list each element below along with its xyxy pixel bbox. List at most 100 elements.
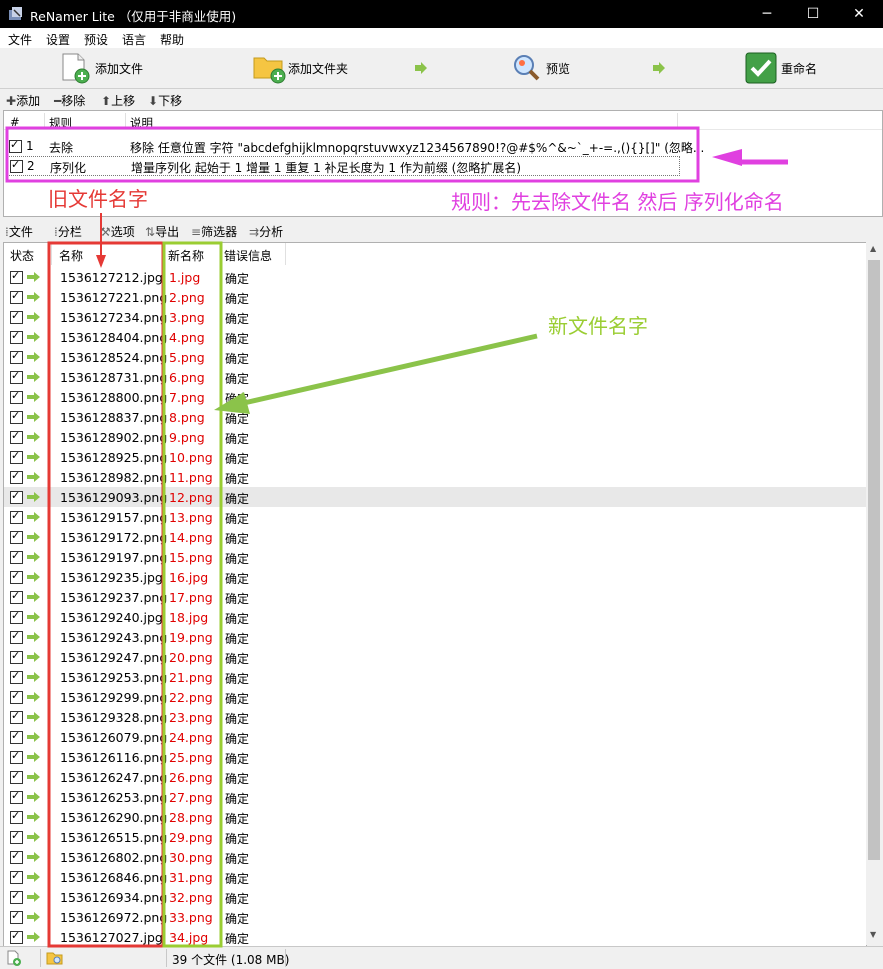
rule-row[interactable]: 1 去除 移除 任意位置 字符 "abcdefghijklmnopqrstuvw…	[4, 136, 882, 156]
file-checkbox[interactable]	[10, 769, 23, 784]
scroll-thumb[interactable]	[868, 260, 880, 860]
file-checkbox[interactable]	[10, 329, 23, 344]
file-checkbox[interactable]	[10, 669, 23, 684]
menu-language[interactable]: 语言	[122, 31, 146, 48]
file-checkbox[interactable]	[10, 289, 23, 304]
table-row[interactable]: 1536127221.png2.png 确定	[4, 287, 866, 307]
table-row[interactable]: 1536129240.jpg 18.jpg 确定	[4, 607, 866, 627]
table-row[interactable]: 1536129253.png21.png 确定	[4, 667, 866, 687]
file-checkbox[interactable]	[10, 489, 23, 504]
table-row[interactable]: 1536128404.png4.png 确定	[4, 327, 866, 347]
rule-row[interactable]: 2 序列化 增量序列化 起始于 1 增量 1 重复 1 补足长度为 1 作为前缀…	[6, 156, 680, 176]
analyze-menu-button[interactable]: ⇉分析	[249, 223, 283, 240]
file-checkbox[interactable]	[10, 449, 23, 464]
col-state[interactable]: 状态	[10, 247, 34, 264]
table-row[interactable]: 1536129093.png12.png 确定	[4, 487, 866, 507]
remove-rule-button[interactable]: ━移除	[54, 92, 85, 109]
col-new-name[interactable]: 新名称	[168, 247, 204, 264]
file-checkbox[interactable]	[10, 429, 23, 444]
scroll-up-icon[interactable]: ▲	[870, 244, 876, 253]
file-checkbox[interactable]	[10, 609, 23, 624]
files-menu-button[interactable]: ⁞文件	[5, 223, 33, 240]
table-row[interactable]: 1536126972.png33.png 确定	[4, 907, 866, 927]
rule-checkbox[interactable]	[10, 158, 23, 173]
table-row[interactable]: 1536128982.png11.png 确定	[4, 467, 866, 487]
file-checkbox[interactable]	[10, 569, 23, 584]
file-checkbox[interactable]	[10, 529, 23, 544]
table-row[interactable]: 1536126802.png30.png 确定	[4, 847, 866, 867]
menu-settings[interactable]: 设置	[46, 31, 70, 48]
file-checkbox[interactable]	[10, 469, 23, 484]
rule-checkbox[interactable]	[9, 138, 22, 153]
table-row[interactable]: 1536129328.png23.png 确定	[4, 707, 866, 727]
add-files-button[interactable]: 添加文件	[58, 48, 158, 88]
table-row[interactable]: 1536126846.png31.png 确定	[4, 867, 866, 887]
file-checkbox[interactable]	[10, 789, 23, 804]
table-row[interactable]: 1536126290.png28.png 确定	[4, 807, 866, 827]
table-row[interactable]: 1536129243.png19.png 确定	[4, 627, 866, 647]
rename-button[interactable]: 重命名	[744, 48, 834, 88]
menu-help[interactable]: 帮助	[160, 31, 184, 48]
close-button[interactable]: ✕	[836, 0, 882, 28]
table-row[interactable]: 1536128902.png9.png 确定	[4, 427, 866, 447]
options-menu-button[interactable]: ⚒选项	[100, 223, 135, 240]
preview-button[interactable]: 预览	[510, 48, 590, 88]
table-row[interactable]: 1536126116.png25.png 确定	[4, 747, 866, 767]
file-checkbox[interactable]	[10, 929, 23, 944]
file-checkbox[interactable]	[10, 809, 23, 824]
file-checkbox[interactable]	[10, 269, 23, 284]
rules-col-desc[interactable]: 说明	[130, 115, 153, 131]
add-folder-button[interactable]: 添加文件夹	[250, 48, 360, 88]
table-row[interactable]: 1536126253.png27.png 确定	[4, 787, 866, 807]
file-checkbox[interactable]	[10, 509, 23, 524]
table-row[interactable]: 1536128800.png7.png 确定	[4, 387, 866, 407]
file-checkbox[interactable]	[10, 709, 23, 724]
table-row[interactable]: 1536129197.png15.png 确定	[4, 547, 866, 567]
table-row[interactable]: 1536128524.png5.png 确定	[4, 347, 866, 367]
export-menu-button[interactable]: ⇅导出	[145, 223, 179, 240]
file-checkbox[interactable]	[10, 549, 23, 564]
file-checkbox[interactable]	[10, 409, 23, 424]
table-row[interactable]: 1536127234.png3.png 确定	[4, 307, 866, 327]
menu-presets[interactable]: 预设	[84, 31, 108, 48]
columns-menu-button[interactable]: ⁞分栏	[54, 223, 82, 240]
file-checkbox[interactable]	[10, 729, 23, 744]
table-row[interactable]: 1536129172.png14.png 确定	[4, 527, 866, 547]
table-row[interactable]: 1536126515.png29.png 确定	[4, 827, 866, 847]
add-rule-button[interactable]: ✚添加	[6, 92, 40, 109]
col-error[interactable]: 错误信息	[224, 247, 272, 264]
file-checkbox[interactable]	[10, 589, 23, 604]
menu-file[interactable]: 文件	[8, 31, 32, 48]
table-row[interactable]: 1536129157.png13.png 确定	[4, 507, 866, 527]
table-row[interactable]: 1536126247.png26.png 确定	[4, 767, 866, 787]
file-checkbox[interactable]	[10, 389, 23, 404]
rules-col-rule[interactable]: 规则	[49, 115, 72, 131]
table-row[interactable]: 1536126079.png24.png 确定	[4, 727, 866, 747]
move-down-button[interactable]: ⬇下移	[148, 92, 182, 109]
move-up-button[interactable]: ⬆上移	[101, 92, 135, 109]
add-file-small-icon[interactable]	[6, 950, 22, 966]
file-checkbox[interactable]	[10, 869, 23, 884]
rules-col-num[interactable]: #	[10, 115, 20, 129]
file-checkbox[interactable]	[10, 689, 23, 704]
scroll-down-icon[interactable]: ▼	[870, 930, 876, 939]
folder-search-icon[interactable]	[46, 950, 64, 966]
table-row[interactable]: 1536126934.png32.png 确定	[4, 887, 866, 907]
file-checkbox[interactable]	[10, 349, 23, 364]
filter-menu-button[interactable]: ≡筛选器	[191, 223, 237, 240]
vertical-scrollbar[interactable]: ▲ ▼	[866, 242, 882, 945]
table-row[interactable]: 1536128837.png8.png 确定	[4, 407, 866, 427]
file-checkbox[interactable]	[10, 369, 23, 384]
file-checkbox[interactable]	[10, 749, 23, 764]
file-checkbox[interactable]	[10, 629, 23, 644]
minimize-button[interactable]: ─	[744, 0, 790, 28]
table-row[interactable]: 1536129237.png17.png 确定	[4, 587, 866, 607]
file-checkbox[interactable]	[10, 889, 23, 904]
table-row[interactable]: 1536128925.png10.png 确定	[4, 447, 866, 467]
file-checkbox[interactable]	[10, 849, 23, 864]
file-checkbox[interactable]	[10, 829, 23, 844]
table-row[interactable]: 1536129247.png20.png 确定	[4, 647, 866, 667]
file-checkbox[interactable]	[10, 309, 23, 324]
table-row[interactable]: 1536127027.jpg 34.jpg 确定	[4, 927, 866, 946]
file-checkbox[interactable]	[10, 909, 23, 924]
